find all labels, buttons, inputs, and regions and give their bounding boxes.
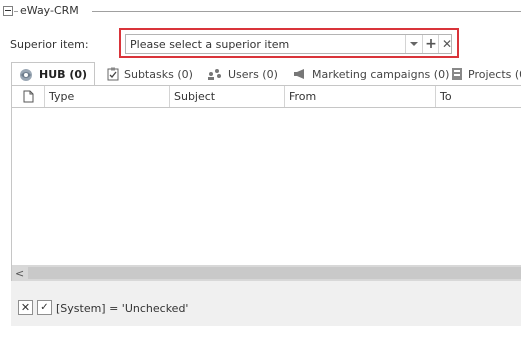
add-superior-button[interactable]: + <box>422 35 439 53</box>
scroll-left-icon[interactable]: < <box>15 267 24 280</box>
column-document-icon[interactable] <box>12 86 45 107</box>
tab-hub[interactable]: HUB (0) <box>11 62 95 86</box>
clear-superior-button[interactable]: ✕ <box>438 35 455 53</box>
column-type[interactable]: Type <box>45 86 170 107</box>
tab-projects[interactable]: Projects (0 <box>445 62 521 86</box>
column-subject[interactable]: Subject <box>170 86 285 107</box>
group-header: eWay-CRM <box>0 2 521 20</box>
clear-filter-button[interactable]: ✕ <box>18 300 33 315</box>
dropdown-button[interactable] <box>405 35 422 53</box>
projects-icon <box>452 68 462 80</box>
tab-label: Users (0) <box>228 67 278 81</box>
tab-label: Marketing campaigns (0) <box>312 67 450 81</box>
chevron-down-icon <box>410 42 418 46</box>
filter-enabled-checkbox[interactable]: ✓ <box>37 300 52 315</box>
checklist-icon <box>107 67 119 81</box>
tab-label: HUB (0) <box>39 68 88 81</box>
superior-item-highlight: Please select a superior item + ✕ <box>119 28 459 58</box>
document-icon <box>23 90 33 103</box>
collapse-icon[interactable] <box>3 6 13 16</box>
grid-header: Type Subject From To <box>12 86 521 108</box>
tab-subtasks[interactable]: Subtasks (0) <box>101 62 199 86</box>
column-from[interactable]: From <box>285 86 436 107</box>
horizontal-scrollbar[interactable]: < <box>12 265 521 281</box>
tab-users[interactable]: Users (0) <box>201 62 284 86</box>
hub-icon <box>20 68 32 81</box>
users-icon <box>208 69 221 80</box>
group-divider <box>14 11 18 12</box>
group-title: eWay-CRM <box>20 4 79 17</box>
tab-label: Subtasks (0) <box>124 67 193 81</box>
filter-expression[interactable]: [System] = 'Unchecked' <box>56 302 188 315</box>
group-divider-line <box>92 11 521 12</box>
close-icon: ✕ <box>20 301 31 314</box>
filter-bar: ✕ ✓ [System] = 'Unchecked' <box>11 281 521 326</box>
superior-item-combo[interactable]: Please select a superior item + ✕ <box>125 34 452 54</box>
column-to[interactable]: To <box>436 86 521 107</box>
tab-label: Projects (0 <box>468 67 521 81</box>
check-icon: ✓ <box>40 302 49 313</box>
scroll-thumb[interactable] <box>28 267 521 279</box>
superior-item-label: Superior item: <box>10 38 89 51</box>
close-icon: ✕ <box>441 37 453 51</box>
megaphone-icon <box>294 69 304 79</box>
plus-icon: + <box>425 36 437 52</box>
tab-marketing-campaigns[interactable]: Marketing campaigns (0) <box>287 62 455 86</box>
hub-grid: Type Subject From To < <box>11 86 521 281</box>
superior-item-placeholder[interactable]: Please select a superior item <box>130 38 289 51</box>
tab-strip: HUB (0) Subtasks (0) Users (0) Marketing… <box>11 62 521 86</box>
